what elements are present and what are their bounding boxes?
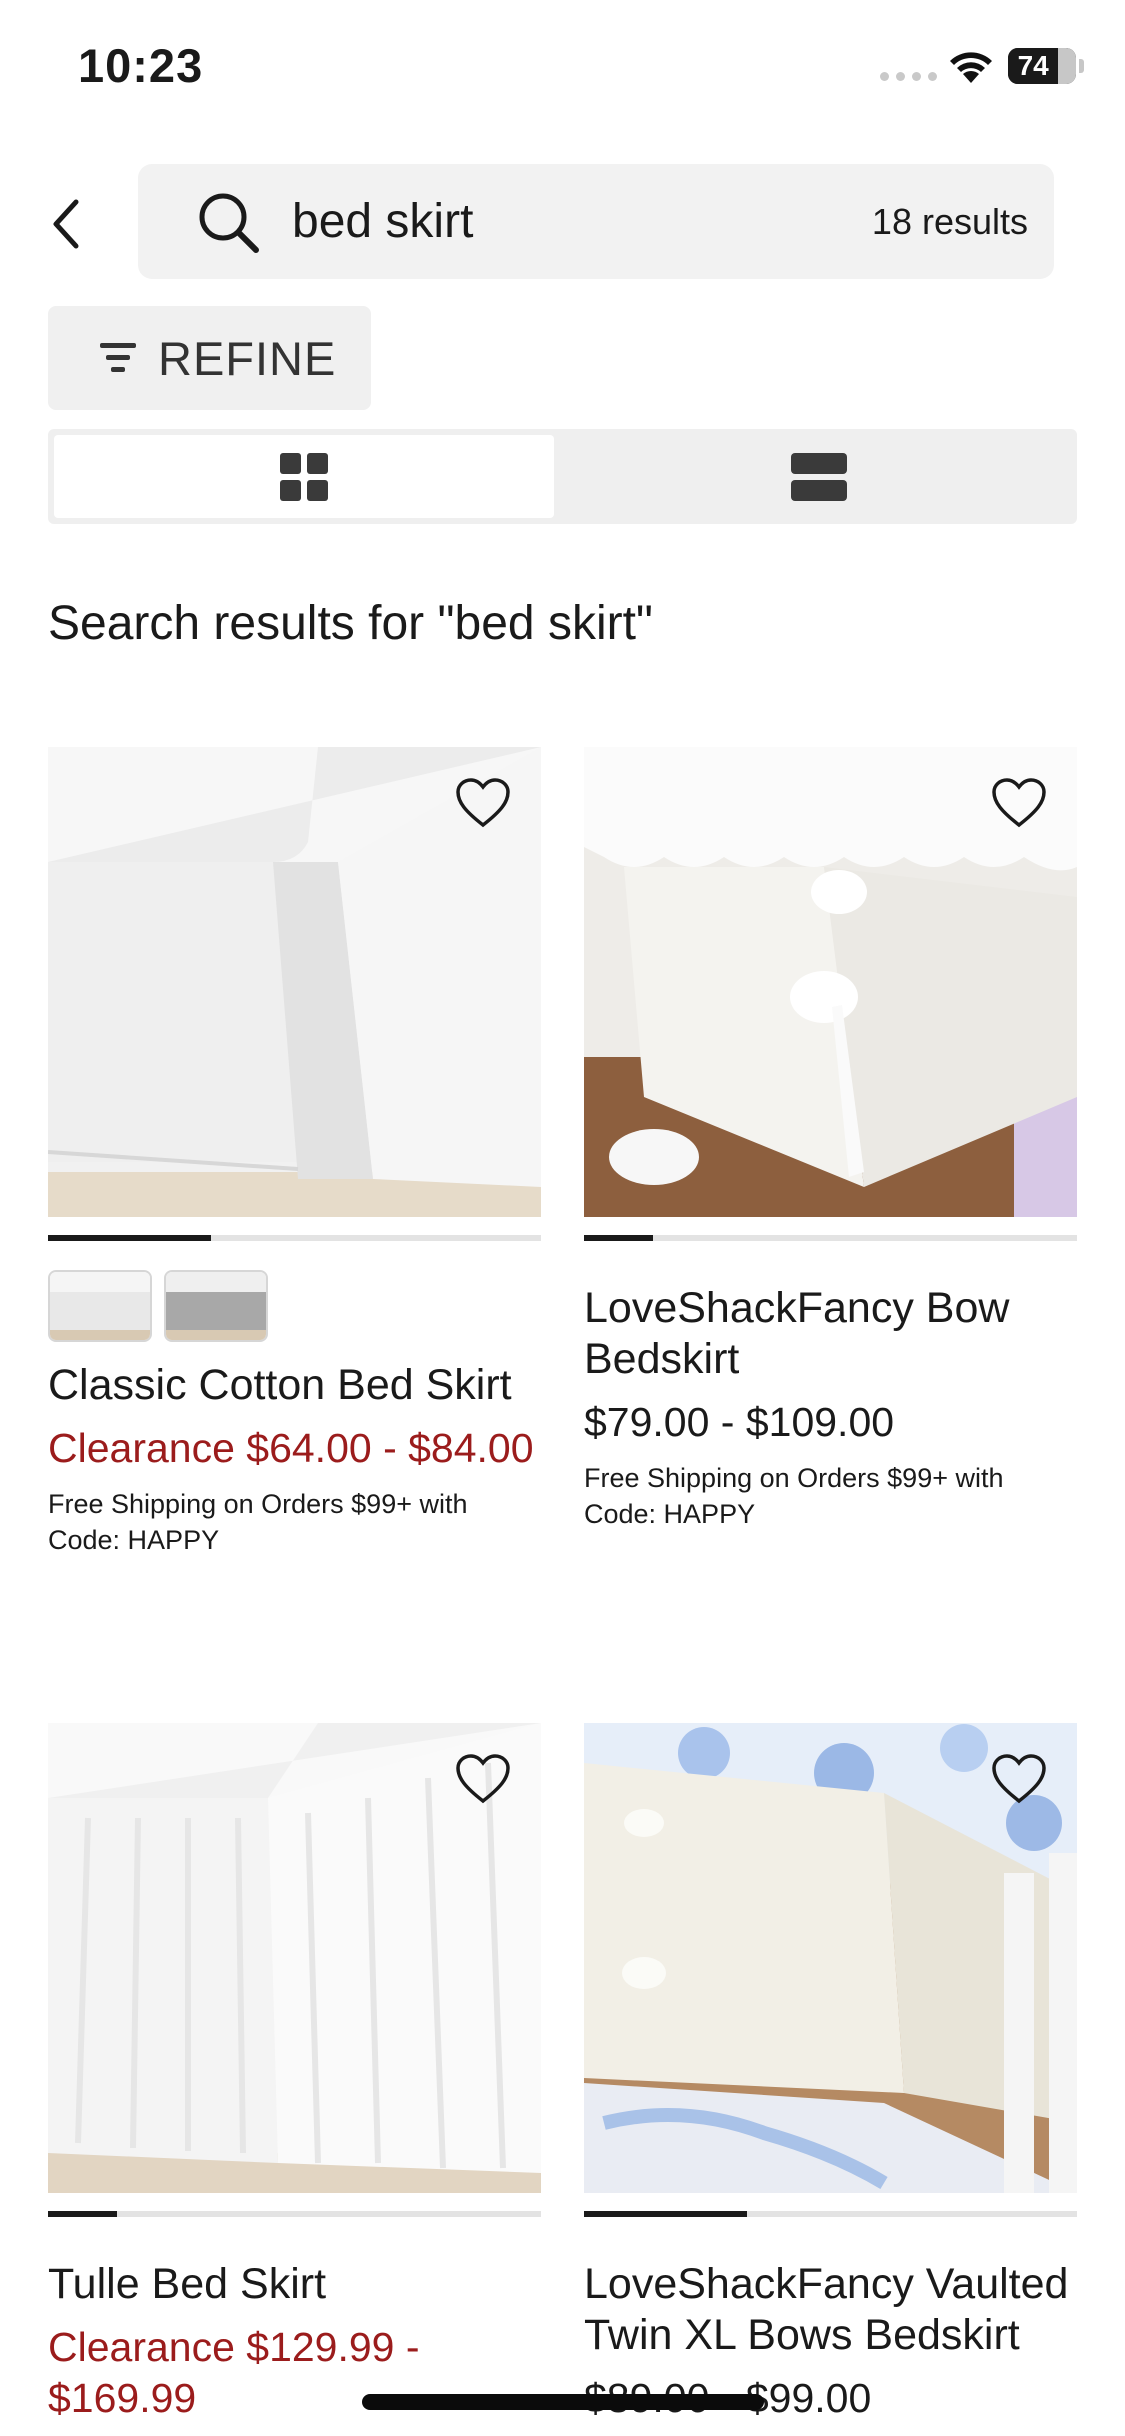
- product-name[interactable]: Classic Cotton Bed Skirt: [48, 1360, 541, 1411]
- back-chevron-icon[interactable]: [46, 196, 86, 252]
- results-count: 18 results: [871, 200, 1028, 242]
- list-view-button[interactable]: [566, 435, 1071, 518]
- view-toggle: [48, 429, 1077, 524]
- shipping-note: Free Shipping on Orders $99+ with Code: …: [48, 1489, 468, 1555]
- product-name[interactable]: LoveShackFancy Vaulted Twin XL Bows Beds…: [584, 2259, 1077, 2361]
- search-input[interactable]: [290, 193, 854, 250]
- search-bar[interactable]: 18 results: [138, 164, 1054, 279]
- image-carousel-progress: [48, 2211, 541, 2217]
- grid-view-button[interactable]: [54, 435, 554, 518]
- product-card[interactable]: Tulle Bed Skirt Clearance $129.99 - $169…: [48, 1723, 541, 2424]
- color-swatches: [48, 1270, 541, 1342]
- image-carousel-progress: [48, 1235, 541, 1241]
- wifi-icon: [950, 52, 992, 83]
- battery-icon: 74: [1008, 48, 1076, 84]
- home-indicator: [362, 2394, 764, 2410]
- swatch-white[interactable]: [48, 1270, 152, 1342]
- list-view-icon: [790, 452, 847, 501]
- product-image[interactable]: [584, 747, 1077, 1217]
- grid-view-icon: [280, 452, 328, 501]
- product-image[interactable]: [584, 1723, 1077, 2193]
- current-price: $99.00: [745, 2375, 872, 2421]
- battery-level: 74: [1008, 48, 1059, 84]
- product-name[interactable]: LoveShackFancy Bow Bedskirt: [584, 1283, 1077, 1385]
- product-card[interactable]: LoveShackFancy Vaulted Twin XL Bows Beds…: [584, 1723, 1077, 2424]
- product-image[interactable]: [48, 747, 541, 1217]
- product-card[interactable]: LoveShackFancy Bow Bedskirt $79.00 - $10…: [584, 747, 1077, 1532]
- shipping-note: Free Shipping on Orders $99+ with Code: …: [584, 1463, 1004, 1529]
- product-price: $79.00 - $109.00: [584, 1399, 895, 1445]
- product-name[interactable]: Tulle Bed Skirt: [48, 2259, 541, 2310]
- refine-button[interactable]: REFINE: [48, 306, 371, 410]
- swatch-gray[interactable]: [164, 1270, 268, 1342]
- cellular-signal-icon: [880, 72, 937, 81]
- filter-icon: [100, 343, 136, 372]
- image-carousel-progress: [584, 2211, 1077, 2217]
- heart-icon[interactable]: [991, 1753, 1047, 1805]
- product-price: Clearance $64.00 - $84.00: [48, 1425, 534, 1471]
- refine-label: REFINE: [158, 331, 337, 385]
- product-image[interactable]: [48, 1723, 541, 2193]
- search-icon: [199, 193, 259, 253]
- image-carousel-progress: [584, 1235, 1077, 1241]
- battery-tip: [1079, 59, 1084, 73]
- heart-icon[interactable]: [455, 1753, 511, 1805]
- status-time: 10:23: [78, 39, 204, 92]
- heart-icon[interactable]: [991, 777, 1047, 829]
- heart-icon[interactable]: [455, 777, 511, 829]
- results-heading: Search results for "bed skirt": [48, 597, 653, 650]
- product-card[interactable]: Classic Cotton Bed Skirt Clearance $64.0…: [48, 747, 541, 1558]
